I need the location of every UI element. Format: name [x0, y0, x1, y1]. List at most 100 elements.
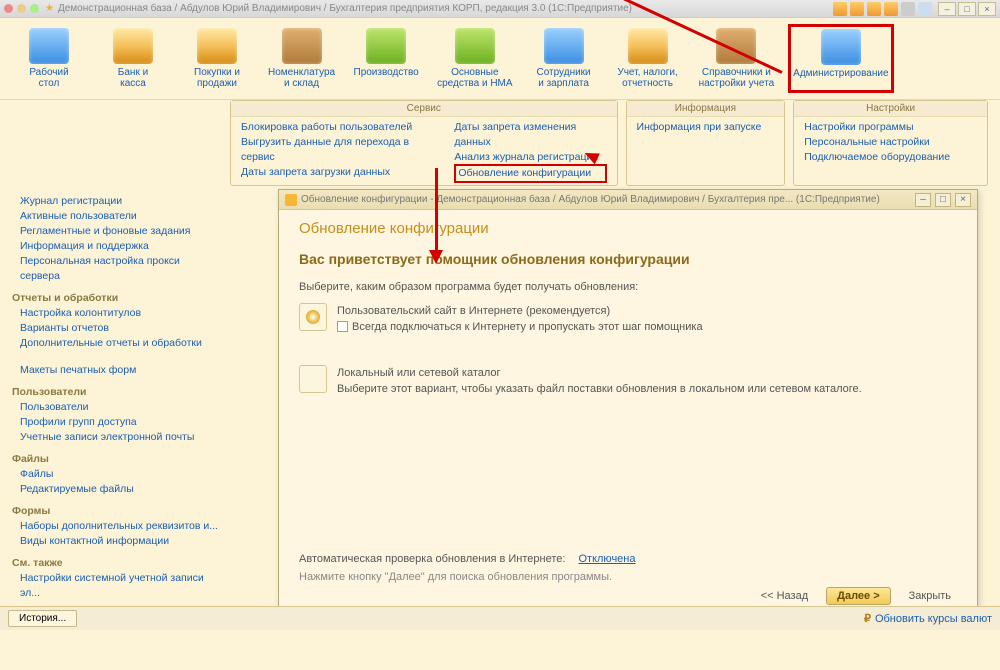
tool-label: Рабочий стол — [29, 67, 68, 89]
dialog-hint: Нажмите кнопку "Далее" для поиска обновл… — [299, 571, 612, 583]
tool-nomenclature[interactable]: Номенклатура и склад — [264, 24, 339, 93]
update-rates-link[interactable]: ₽ Обновить курсы валют — [864, 612, 992, 625]
link-personal-settings[interactable]: Персональные настройки — [804, 135, 977, 150]
tool-label: Справочники и настройки учета — [699, 67, 775, 89]
section-header: Информация — [627, 101, 785, 117]
always-connect-checkbox[interactable] — [337, 321, 348, 332]
nav-addl-attributes[interactable]: Наборы дополнительных реквизитов и... — [12, 519, 220, 534]
section-info: Информация Информация при запуске — [626, 100, 786, 186]
nav-group-seealso: См. также — [12, 557, 220, 569]
link-load-ban-dates[interactable]: Даты запрета загрузки данных — [241, 165, 434, 180]
option-internet[interactable]: Пользовательский сайт в Интернете (реком… — [299, 303, 957, 335]
tool-purchases[interactable]: Покупки и продажи — [180, 24, 254, 93]
tool-label: Основные средства и НМА — [437, 67, 512, 89]
nav-proxy-settings[interactable]: Персональная настройка прокси сервера — [12, 254, 220, 284]
close-button[interactable]: × — [978, 2, 996, 16]
nav-files[interactable]: Файлы — [12, 467, 220, 482]
close-link[interactable]: Закрыть — [899, 588, 961, 604]
main-area: Обновление конфигурации - Демонстрационн… — [224, 194, 988, 670]
titlebar-tool-icon[interactable] — [867, 2, 881, 16]
star-icon: ★ — [45, 3, 54, 14]
nav-info-support[interactable]: Информация и поддержка — [12, 239, 220, 254]
tool-bank[interactable]: Банк и касса — [96, 24, 170, 93]
tool-taxes[interactable]: Учет, налоги, отчетность — [611, 24, 685, 93]
section-header: Сервис — [231, 101, 617, 117]
tool-label: Номенклатура и склад — [268, 67, 335, 89]
next-button-label: Далее > — [837, 590, 880, 602]
nav-scheduled-jobs[interactable]: Регламентные и фоновые задания — [12, 224, 220, 239]
tool-label: Учет, налоги, отчетность — [617, 67, 677, 89]
link-change-ban-dates[interactable]: Даты запрета изменения данных — [454, 120, 606, 150]
dialog-title-text: Обновление конфигурации - Демонстрационн… — [301, 194, 880, 205]
history-button[interactable]: История... — [8, 610, 77, 627]
dialog-minimize-button[interactable]: – — [915, 193, 931, 207]
nav-group-reports: Отчеты и обработки — [12, 292, 220, 304]
main-toolbar: Рабочий стол Банк и касса Покупки и прод… — [0, 18, 1000, 100]
nav-editable-files[interactable]: Редактируемые файлы — [12, 482, 220, 497]
tool-production[interactable]: Производство — [349, 24, 423, 93]
titlebar-help-icon[interactable] — [918, 2, 932, 16]
nav-contact-types[interactable]: Виды контактной информации — [12, 534, 220, 549]
app-icon — [285, 194, 297, 206]
nav-users[interactable]: Пользователи — [12, 400, 220, 415]
section-header: Настройки — [794, 101, 987, 117]
dialog-close-button[interactable]: × — [955, 193, 971, 207]
option-local[interactable]: Локальный или сетевой каталог Выберите э… — [299, 365, 957, 397]
tool-desktop[interactable]: Рабочий стол — [12, 24, 86, 93]
nav-addl-reports[interactable]: Дополнительные отчеты и обработки — [12, 336, 220, 351]
tool-directories[interactable]: Справочники и настройки учета — [695, 24, 779, 93]
nav-log[interactable]: Журнал регистрации — [12, 194, 220, 209]
tool-employees[interactable]: Сотрудники и зарплата — [527, 24, 601, 93]
titlebar-tool-icon[interactable] — [833, 2, 847, 16]
main-titlebar: ★ Демонстрационная база / Абдулов Юрий В… — [0, 0, 1000, 18]
dot-green — [30, 4, 39, 13]
nav-group-users: Пользователи — [12, 386, 220, 398]
link-update-config[interactable]: Обновление конфигурации — [454, 164, 606, 183]
nav-print-templates[interactable]: Макеты печатных форм — [12, 363, 220, 378]
nav-group-forms: Формы — [12, 505, 220, 517]
nav-system-email[interactable]: Настройки системной учетной записи эл... — [12, 571, 220, 601]
nav-headers-footers[interactable]: Настройка колонтитулов — [12, 306, 220, 321]
option-local-label: Локальный или сетевой каталог — [337, 365, 862, 381]
auto-check-state-link[interactable]: Отключена — [578, 553, 635, 565]
nav-access-profiles[interactable]: Профили групп доступа — [12, 415, 220, 430]
tool-label: Банк и касса — [118, 67, 148, 89]
always-connect-label: Всегда подключаться к Интернету и пропус… — [352, 321, 703, 333]
titlebar-tool-icon[interactable] — [901, 2, 915, 16]
auto-check-label: Автоматическая проверка обновления в Инт… — [299, 553, 565, 565]
dialog-subheading: Вас приветствует помощник обновления кон… — [299, 251, 957, 267]
nav-active-users[interactable]: Активные пользователи — [12, 209, 220, 224]
dialog-body: Обновление конфигурации Вас приветствует… — [279, 210, 977, 427]
link-peripherals[interactable]: Подключаемое оборудование — [804, 150, 977, 165]
nav-group-files: Файлы — [12, 453, 220, 465]
option-internet-label: Пользовательский сайт в Интернете (реком… — [337, 303, 703, 319]
link-block-users[interactable]: Блокировка работы пользователей — [241, 120, 434, 135]
option-radio-icon — [299, 365, 327, 393]
nav-email-accounts[interactable]: Учетные записи электронной почты — [12, 430, 220, 445]
annotation-arrow-2 — [435, 168, 438, 253]
dialog-maximize-button[interactable]: □ — [935, 193, 951, 207]
next-button[interactable]: Далее > — [826, 587, 891, 605]
tool-label: Производство — [354, 67, 419, 78]
tool-administration[interactable]: Администрирование — [788, 24, 893, 93]
titlebar-tool-icon[interactable] — [850, 2, 864, 16]
window-title: Демонстрационная база / Абдулов Юрий Вла… — [58, 3, 632, 14]
ruble-icon: ₽ — [864, 612, 871, 625]
maximize-button[interactable]: □ — [958, 2, 976, 16]
nav-report-variants[interactable]: Варианты отчетов — [12, 321, 220, 336]
status-bar: История... ₽ Обновить курсы валют — [0, 606, 1000, 630]
dialog-heading: Обновление конфигурации — [299, 220, 957, 237]
section-service: Сервис Блокировка работы пользователей В… — [230, 100, 618, 186]
link-startup-info[interactable]: Информация при запуске — [637, 120, 775, 135]
minimize-button[interactable]: – — [938, 2, 956, 16]
arrow-head-icon — [429, 250, 443, 264]
sub-sections: Сервис Блокировка работы пользователей В… — [0, 100, 1000, 190]
link-export-data[interactable]: Выгрузить данные для перехода в сервис — [241, 135, 434, 165]
option-local-sub: Выберите этот вариант, чтобы указать фай… — [337, 381, 862, 397]
tool-assets[interactable]: Основные средства и НМА — [433, 24, 516, 93]
content-area: Журнал регистрации Активные пользователи… — [0, 190, 1000, 670]
back-button[interactable]: << Назад — [751, 588, 818, 604]
titlebar-tool-icon[interactable] — [884, 2, 898, 16]
link-program-settings[interactable]: Настройки программы — [804, 120, 977, 135]
tool-label: Покупки и продажи — [194, 67, 240, 89]
